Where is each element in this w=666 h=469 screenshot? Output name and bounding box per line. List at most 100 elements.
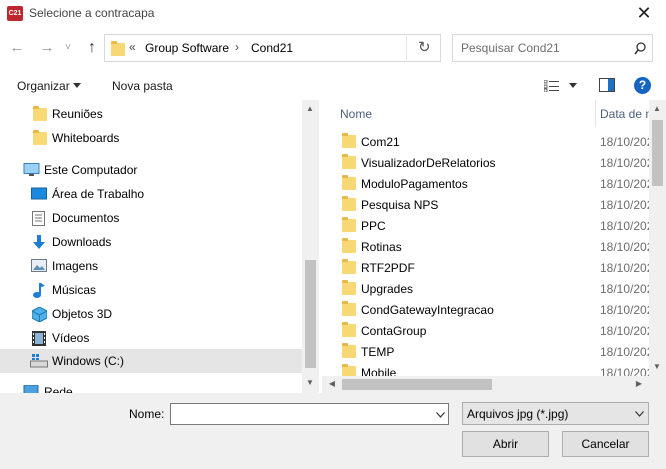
folder-icon [342,196,356,211]
organize-dropdown-icon[interactable] [73,83,81,88]
folder-icon [342,322,356,337]
navigation-pane: Reuniões Whiteboards Este Computador Áre… [0,100,302,373]
sidebar-item-label: Objetos 3D [52,307,113,321]
sidebar-item-videos[interactable]: Vídeos [0,326,302,350]
file-name: TEMP [361,345,395,359]
sidebar-item-documentos[interactable]: Documentos [0,206,302,230]
breadcrumb-overflow[interactable]: « [129,40,136,54]
scroll-right-arrow-icon[interactable]: ▶ [631,379,647,388]
list-item[interactable]: Rotinas 18/10/202 [322,237,653,258]
file-date: 18/10/202 [600,156,654,170]
list-item[interactable]: PPC 18/10/202 [322,216,654,237]
search-input[interactable]: Pesquisar Cond21 [461,41,560,55]
sidebar-item-downloads[interactable]: Downloads [0,230,302,254]
list-item[interactable]: ContaGroup 18/10/202 [322,321,653,342]
music-icon [33,283,45,298]
forward-button[interactable]: → [36,37,58,59]
navigation-pane-scrollbar[interactable]: ▲ ▼ [302,100,319,393]
new-folder-button[interactable]: Nova pasta [112,79,173,93]
column-divider[interactable] [595,100,596,127]
folder-icon [342,217,356,232]
cancel-button[interactable]: Cancelar [562,431,649,457]
folder-icon [111,41,125,56]
file-date: 18/10/202 [600,219,654,233]
file-name: PPC [361,219,386,233]
sidebar-item-reunioes[interactable]: Reuniões [0,102,302,126]
title-bar: C21 Selecione a contracapa ✕ [0,0,666,28]
help-icon[interactable]: ? [634,77,651,94]
sidebar-item-imagens[interactable]: Imagens [0,254,302,278]
file-list-vertical-scrollbar[interactable]: ▲ ▼ [649,100,666,376]
breadcrumb-cond21[interactable]: Cond21 [251,41,293,55]
list-item[interactable]: Upgrades 18/10/202 [322,279,654,300]
view-options-icon[interactable] [544,80,560,92]
recent-locations-chevron-icon[interactable]: ˅ [60,37,76,59]
command-bar: Organizar Nova pasta ? [0,70,666,100]
chevron-down-icon[interactable] [635,411,644,417]
pictures-icon [31,259,47,272]
file-name-input[interactable] [170,403,449,425]
view-dropdown-icon[interactable] [569,83,577,88]
column-header-date[interactable]: Data de m [600,107,655,121]
scrollbar-thumb[interactable] [305,260,316,368]
search-icon[interactable] [634,42,646,55]
computer-icon [23,163,40,176]
organize-button[interactable]: Organizar [17,79,70,93]
scroll-down-arrow-icon[interactable]: ▼ [302,378,318,387]
objects3d-icon [32,307,47,322]
file-list: Nome Data de m Com21 18/10/202 Visualizado… [322,100,666,393]
sidebar-item-este-computador[interactable]: Este Computador [0,158,302,182]
drive-icon [30,354,48,368]
address-bar[interactable]: « Group Software › Cond21 ↻ [104,34,441,62]
preview-pane-icon[interactable] [599,78,615,92]
list-item[interactable]: CondGatewayIntegracao 18/10/202 [322,300,653,321]
breadcrumb-group-software[interactable]: Group Software [145,41,229,55]
sidebar-item-label: Imagens [52,259,99,273]
folder-icon [342,280,356,295]
scrollbar-thumb[interactable] [652,120,663,186]
open-button[interactable]: Abrir [462,431,549,457]
file-name: RTF2PDF [361,261,415,275]
documents-icon [32,211,45,226]
list-item[interactable]: TEMP 18/10/202 [322,342,653,363]
list-item[interactable]: Com21 18/10/202 [322,132,654,153]
navigation-pane-overflow: Rede [0,373,302,393]
file-type-filter[interactable]: Arquivos jpg (*.jpg) [462,402,649,425]
list-item[interactable]: VisualizadorDeRelatorios 18/10/202 [322,153,654,174]
scrollbar-thumb[interactable] [342,379,492,390]
videos-icon [32,331,46,346]
sidebar-item-windows-c[interactable]: Windows (C:) [0,349,302,373]
file-list-horizontal-scrollbar[interactable]: ◀ ▶ [322,376,666,393]
list-item[interactable]: ModuloPagamentos 18/10/202 [322,174,654,195]
folder-icon [342,343,356,358]
network-icon [23,385,39,393]
up-button[interactable]: ↑ [81,37,103,59]
search-box[interactable]: Pesquisar Cond21 [452,34,653,62]
chevron-down-icon[interactable] [436,412,445,418]
file-name: CondGatewayIntegracao [361,303,494,317]
file-date: 18/10/202 [600,135,654,149]
sidebar-item-objetos-3d[interactable]: Objetos 3D [0,302,302,326]
folder-icon [342,259,356,274]
column-header-name[interactable]: Nome [340,107,372,121]
sidebar-item-label: Documentos [52,211,120,225]
scroll-down-arrow-icon[interactable]: ▼ [649,362,665,371]
scroll-left-arrow-icon[interactable]: ◀ [324,379,340,388]
list-item[interactable]: Pesquisa NPS 18/10/202 [322,195,653,216]
folder-icon [33,106,47,121]
sidebar-item-area-de-trabalho[interactable]: Área de Trabalho [0,182,302,206]
refresh-icon[interactable]: ↻ [418,38,431,56]
sidebar-item-musicas[interactable]: Músicas [0,278,302,302]
folder-icon [342,133,356,148]
back-button[interactable]: ← [6,37,28,59]
sidebar-item-whiteboards[interactable]: Whiteboards [0,126,302,150]
scroll-up-arrow-icon[interactable]: ▲ [302,104,318,113]
file-date: 18/10/202 [600,282,654,296]
folder-icon [342,301,356,316]
sidebar-item-label: Downloads [52,235,112,249]
file-date: 18/10/202 [600,177,654,191]
scroll-up-arrow-icon[interactable]: ▲ [649,104,665,113]
close-button[interactable]: ✕ [622,0,666,28]
folder-icon [342,175,356,190]
list-item[interactable]: RTF2PDF 18/10/202 [322,258,653,279]
